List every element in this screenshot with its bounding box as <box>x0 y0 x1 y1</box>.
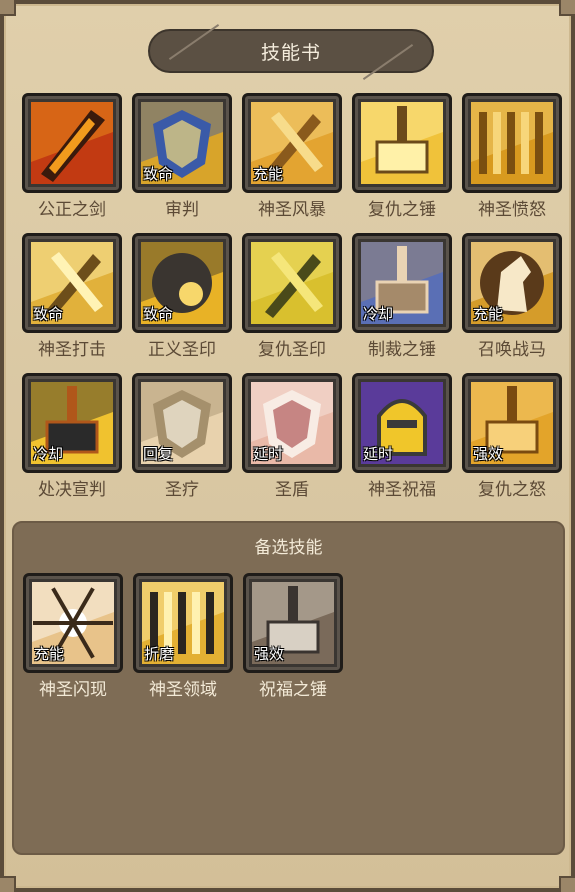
frame-corner <box>559 0 575 16</box>
skill-icon-frame[interactable]: 强效 <box>243 573 343 673</box>
vengeance-seal-icon <box>251 242 333 324</box>
banner-streak <box>168 23 220 61</box>
skill-icon-frame[interactable] <box>242 233 342 333</box>
skill-icon-frame[interactable]: 致命 <box>132 93 232 193</box>
alternate-skills-panel: 备选技能 充能 神圣闪现 折磨 神圣领域 强效 祝福之锤 <box>12 521 565 855</box>
skill-icon-frame[interactable]: 冷却 <box>352 233 452 333</box>
skill-tag: 致命 <box>33 305 64 323</box>
frame-corner <box>559 876 575 892</box>
skill-tag: 延时 <box>363 445 394 463</box>
skill-tag: 冷却 <box>363 305 394 323</box>
skill-name: 祝福之锤 <box>259 680 327 700</box>
skill-icon-frame[interactable]: 充能 <box>23 573 123 673</box>
frame-corner <box>0 0 16 16</box>
skill-tag: 冷却 <box>33 445 64 463</box>
skill-tag: 致命 <box>143 305 174 323</box>
skill-icon-frame[interactable]: 延时 <box>352 373 452 473</box>
skill-icon-frame[interactable] <box>462 93 562 193</box>
alternate-skills-title: 备选技能 <box>254 538 323 558</box>
skill-name: 复仇之怒 <box>478 480 546 500</box>
skill-tag: 强效 <box>254 645 285 663</box>
skill-tag: 延时 <box>253 445 284 463</box>
skill-tag: 充能 <box>34 645 65 663</box>
skill-icon-frame[interactable]: 折磨 <box>133 573 233 673</box>
frame-corner <box>0 876 16 892</box>
skill-icon-frame[interactable]: 致命 <box>132 233 232 333</box>
skill-tag: 强效 <box>473 445 504 463</box>
skill-tag: 充能 <box>473 305 504 323</box>
skill-tag: 充能 <box>253 165 284 183</box>
skill-icon-frame[interactable]: 回复 <box>132 373 232 473</box>
page-title: 技能书 <box>260 41 321 64</box>
skill-name: 召唤战马 <box>478 340 546 360</box>
skill-icon-frame[interactable]: 延时 <box>242 373 342 473</box>
skill-icon-frame[interactable]: 强效 <box>462 373 562 473</box>
flaming-blade-icon <box>31 102 113 184</box>
skill-icon-frame[interactable]: 充能 <box>242 93 342 193</box>
skill-tag: 折磨 <box>144 645 175 663</box>
title-banner: 技能书 <box>148 23 434 81</box>
skill-icon-frame[interactable]: 致命 <box>22 233 122 333</box>
skill-icon-frame[interactable]: 充能 <box>462 233 562 333</box>
skill-tag: 致命 <box>143 165 174 183</box>
skill-name: 神圣愤怒 <box>478 200 546 220</box>
holy-wrath-pillar-icon <box>471 102 553 184</box>
skill-icon-frame[interactable] <box>22 93 122 193</box>
skill-icon-frame[interactable] <box>352 93 452 193</box>
vengeance-hammer-icon <box>361 102 443 184</box>
skill-tag: 回复 <box>143 445 174 463</box>
skill-icon-frame[interactable]: 冷却 <box>22 373 122 473</box>
